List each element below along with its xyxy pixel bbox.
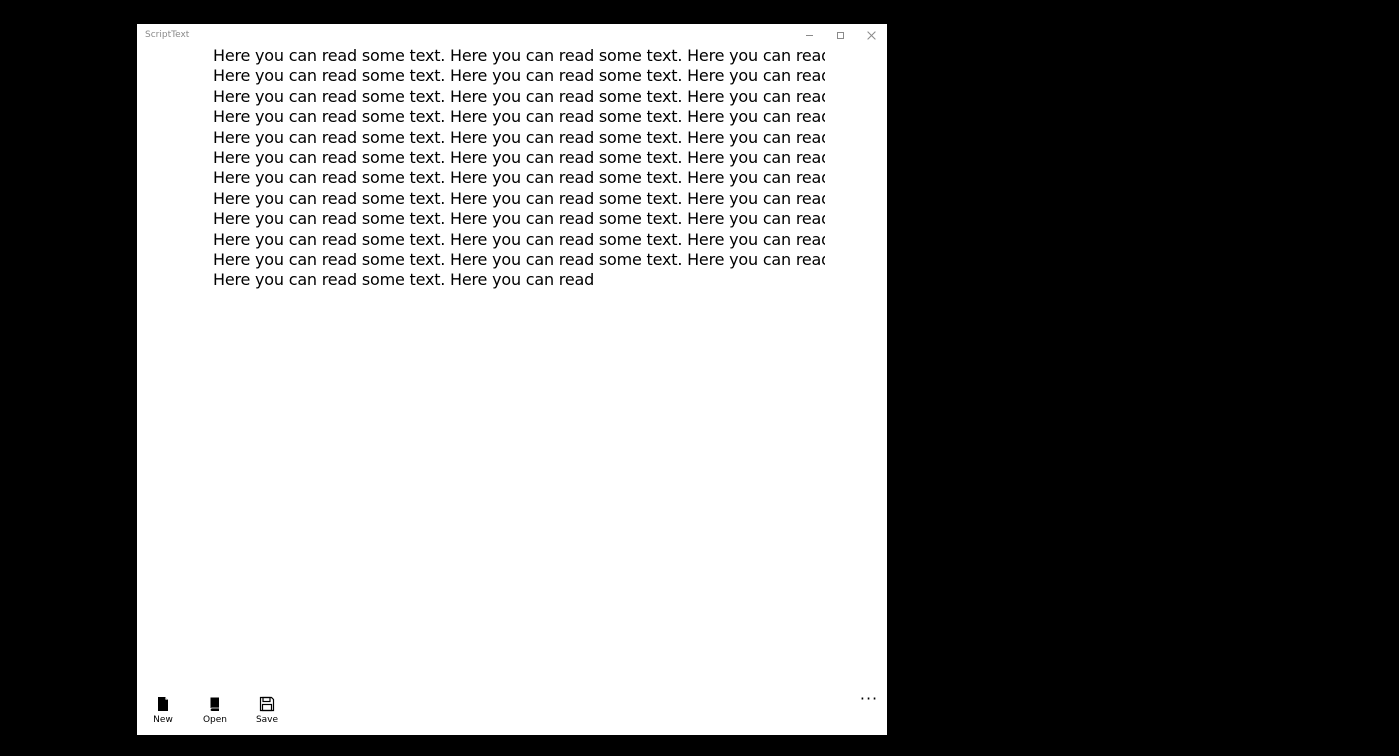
text-line: Here you can read some text. Here you ca…: [213, 127, 825, 147]
save-button-label: Save: [255, 715, 279, 725]
text-line: Here you can read some text. Here you ca…: [213, 229, 825, 249]
text-line: Here you can read some text. Here you ca…: [213, 46, 825, 65]
title-bar[interactable]: ScriptText: [137, 24, 887, 46]
new-document-icon: [158, 697, 168, 711]
maximize-icon: [836, 31, 844, 39]
new-button-label: New: [153, 715, 173, 725]
text-line: Here you can read some text. Here you ca…: [213, 86, 825, 106]
text-line: Here you can read some text. Here you ca…: [213, 66, 825, 86]
close-button[interactable]: [856, 24, 886, 46]
open-button[interactable]: Open: [193, 696, 237, 734]
text-line: Here you can read some text. Here you ca…: [213, 250, 825, 270]
open-button-label: Open: [202, 715, 228, 725]
minimize-icon: [805, 34, 813, 36]
maximize-button[interactable]: [825, 24, 855, 46]
text-line: Here you can read some text. Here you ca…: [213, 168, 825, 188]
save-button[interactable]: Save: [245, 696, 289, 734]
open-document-icon: [210, 697, 219, 711]
command-bar: New Open Save ···: [137, 686, 887, 735]
window-title: ScriptText: [145, 30, 190, 40]
minimize-button[interactable]: [794, 24, 824, 46]
app-window: ScriptText Here you can read some text. …: [137, 24, 887, 735]
close-icon: [867, 31, 876, 40]
text-line: Here you can read some text. Here you ca…: [213, 107, 825, 127]
text-line: Here you can read some text. Here you ca…: [213, 270, 595, 290]
text-reader[interactable]: Here you can read some text. Here you ca…: [213, 46, 825, 686]
text-line: Here you can read some text. Here you ca…: [213, 148, 825, 168]
new-button[interactable]: New: [141, 696, 185, 734]
text-line: Here you can read some text. Here you ca…: [213, 188, 825, 208]
more-dots-icon: ···: [859, 688, 879, 708]
save-disk-icon: [259, 696, 275, 712]
text-line: Here you can read some text. Here you ca…: [213, 209, 825, 229]
more-options-button[interactable]: ···: [857, 686, 881, 710]
